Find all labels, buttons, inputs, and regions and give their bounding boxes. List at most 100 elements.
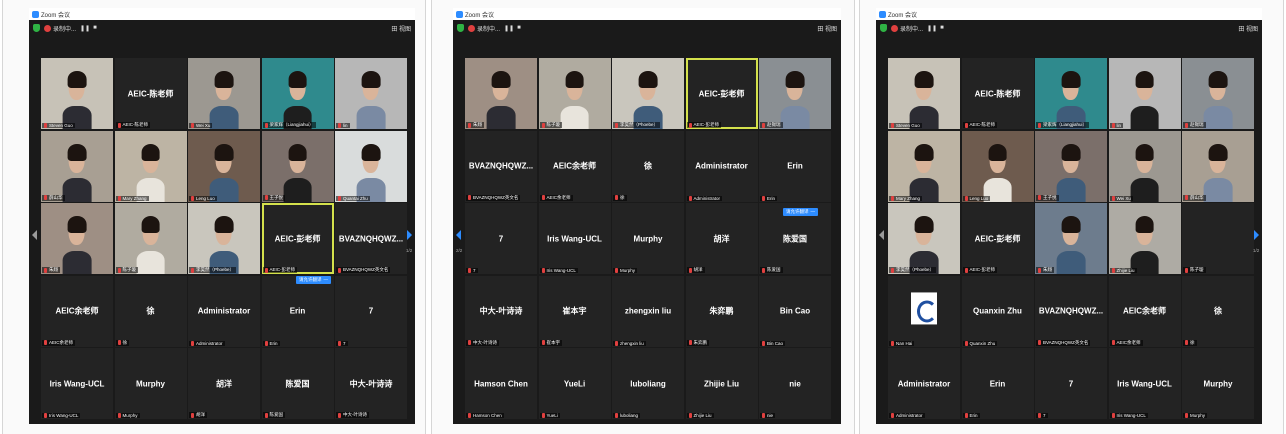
participant-tile[interactable]: AEIC余老师 AEIC余老师	[1108, 275, 1181, 347]
security-shield-icon[interactable]	[457, 24, 464, 32]
participant-tile[interactable]: BVAZNQHQWZ... BVAZNQHQWZ英文名	[1035, 275, 1107, 347]
translation-request-button[interactable]: 请允许翻译 —	[296, 276, 331, 284]
participant-tile[interactable]: Quantai Zhu	[335, 130, 407, 202]
view-button[interactable]: 田 视图	[391, 24, 411, 33]
participant-tile[interactable]: Wei Xu	[1108, 130, 1181, 202]
participant-tile[interactable]: Administrator Administrator	[685, 130, 758, 202]
previous-page-arrow[interactable]	[31, 228, 39, 242]
participant-tile[interactable]: 朱翔	[1035, 203, 1107, 274]
participant-tile[interactable]: Mary Zhang	[114, 130, 187, 202]
participant-tile[interactable]: luboliang luboliang	[612, 348, 684, 419]
participant-tile[interactable]: BVAZNQHQWZ... BVAZNQHQWZ英文名	[465, 130, 537, 202]
participant-tile[interactable]: Steven Guo	[41, 58, 113, 129]
stop-recording-icon[interactable]: ■	[940, 25, 944, 31]
participant-tile[interactable]: AEIC余老师 AEIC余老师	[41, 275, 113, 347]
participant-tile[interactable]: Murphy Murphy	[114, 348, 187, 419]
participant-tile[interactable]: 陈子璇	[114, 203, 187, 274]
next-page-arrow[interactable]	[405, 228, 413, 242]
next-page-arrow[interactable]	[1252, 228, 1260, 242]
participant-tile[interactable]: 胡洋 胡洋	[188, 348, 260, 419]
participant-tile[interactable]: 薛山华	[41, 130, 113, 202]
participant-tile[interactable]: 胡洋 胡洋	[685, 203, 758, 274]
participant-tile[interactable]: 陈子璇	[1182, 203, 1254, 274]
participant-tile[interactable]: zhengxin liu zhengxin liu	[612, 275, 684, 347]
participant-tile[interactable]: 徐徐	[612, 130, 684, 202]
participant-tile[interactable]: lin	[335, 58, 407, 129]
participant-tile[interactable]: 77	[465, 203, 537, 274]
participant-tile[interactable]: lin	[1108, 58, 1181, 129]
participant-tile[interactable]: 徐徐	[1182, 275, 1254, 347]
participant-tile[interactable]: AEIC-陈老师 AEIC-陈老师	[114, 58, 187, 129]
participant-tile[interactable]: Murphy Murphy	[1182, 348, 1254, 419]
view-button[interactable]: 田 视图	[1238, 24, 1258, 33]
participant-tile[interactable]: Nan Hai	[888, 275, 960, 347]
participant-tile[interactable]: Iris Wang-UCL Iris Wang-UCL	[538, 203, 611, 274]
participant-tile[interactable]: 77	[335, 275, 407, 347]
participant-tile[interactable]: Quanxin Zhu Quanxin Zhu	[961, 275, 1034, 347]
participant-tile[interactable]: Erin Erin	[961, 348, 1034, 419]
participant-tile[interactable]: 陈爱国 陈爱国	[261, 348, 334, 419]
security-shield-icon[interactable]	[33, 24, 40, 32]
participant-tile[interactable]: 徐徐	[114, 275, 187, 347]
participant-tile[interactable]: Administrator Administrator	[188, 275, 260, 347]
participant-tile[interactable]: 朱翔	[465, 58, 537, 129]
participant-tile[interactable]: Leng Luo	[188, 130, 260, 202]
participant-tile[interactable]: Zhijie Liu Zhijie Liu	[685, 348, 758, 419]
participant-tile[interactable]: 陈子璇	[538, 58, 611, 129]
pause-recording-icon[interactable]: ❚❚	[80, 25, 90, 32]
participant-tile[interactable]: Murphy Murphy	[612, 203, 684, 274]
participant-tile[interactable]: AEIC余老师 AEIC余老师	[538, 130, 611, 202]
close-icon[interactable]: —	[811, 209, 816, 214]
participant-tile[interactable]: 中大-叶诗诗 中大-叶诗诗	[465, 275, 537, 347]
participant-tile[interactable]: Wei Xu	[188, 58, 260, 129]
participant-tile[interactable]: 赵锡瑞	[759, 58, 831, 129]
participant-tile[interactable]: AEIC-彭老师 AEIC-彭老师	[261, 203, 334, 274]
participant-display-name: Administrator	[197, 306, 251, 316]
participant-tile[interactable]: Administrator Administrator	[888, 348, 960, 419]
participant-tile[interactable]: 王子悦	[261, 130, 334, 202]
participant-tile[interactable]: Zhijie Liu	[1108, 203, 1181, 274]
stop-recording-icon[interactable]: ■	[517, 25, 521, 31]
participant-tile[interactable]: AEIC-彭老师 AEIC-彭老师	[961, 203, 1034, 274]
participant-tile[interactable]: Mary Zhang	[888, 130, 960, 202]
participant-tile[interactable]: Iris Wang-UCL Iris Wang-UCL	[41, 348, 113, 419]
close-icon[interactable]: —	[324, 277, 329, 282]
participant-tile[interactable]: 崔本宇 崔本宇	[538, 275, 611, 347]
previous-page-arrow[interactable]	[455, 228, 463, 242]
pause-recording-icon[interactable]: ❚❚	[504, 25, 514, 32]
participant-tile[interactable]: 77	[1035, 348, 1107, 419]
stop-recording-icon[interactable]: ■	[93, 25, 97, 31]
zoom-window-1: Zoom 会议 录制中... ❚❚ ■ 田 视图 Steven Guo AEIC-陈老师 AE…	[29, 8, 415, 424]
participant-tile[interactable]: 梁家辉（Liangjiahui）	[261, 58, 334, 129]
participant-tile[interactable]: Erin Erin	[261, 275, 334, 347]
translation-label: 请允许翻译	[786, 209, 809, 214]
participant-tile[interactable]: Erin Erin	[759, 130, 831, 202]
previous-page-arrow[interactable]	[878, 228, 886, 242]
participant-tile[interactable]: Leng Luo	[961, 130, 1034, 202]
pause-recording-icon[interactable]: ❚❚	[927, 25, 937, 32]
participant-tile[interactable]: YueLi YueLi	[538, 348, 611, 419]
participant-tile[interactable]: Hamson Chen Hamson Chen	[465, 348, 537, 419]
participant-tile[interactable]: 梁家辉（Liangjiahui）	[1035, 58, 1107, 129]
participant-tile[interactable]: Bin Cao Bin Cao	[759, 275, 831, 347]
participant-tile[interactable]: 王子悦	[1035, 130, 1107, 202]
security-shield-icon[interactable]	[880, 24, 887, 32]
translation-request-button[interactable]: 请允许翻译 —	[783, 208, 818, 216]
participant-tile[interactable]: BVAZNQHQWZ... BVAZNQHQWZ英文名	[335, 203, 407, 274]
view-button[interactable]: 田 视图	[817, 24, 837, 33]
participant-tile[interactable]: 朱翔	[41, 203, 113, 274]
participant-name: 陈子璇	[546, 122, 561, 127]
participant-avatar	[136, 216, 165, 274]
participant-tile[interactable]: 中大-叶诗诗 中大-叶诗诗	[335, 348, 407, 419]
participant-tile[interactable]: AEIC-陈老师 AEIC-陈老师	[961, 58, 1034, 129]
participant-tile[interactable]: 李昊然（Phoebe）	[612, 58, 684, 129]
participant-tile[interactable]: nie nie	[759, 348, 831, 419]
participant-tile[interactable]: Steven Guo	[888, 58, 960, 129]
participant-tile[interactable]: 薛山华	[1182, 130, 1254, 202]
participant-tile[interactable]: 朱弈鹏 朱弈鹏	[685, 275, 758, 347]
participant-tile[interactable]: 李昊然（Phoebe）	[888, 203, 960, 274]
participant-tile[interactable]: 赵锡瑞	[1182, 58, 1254, 129]
participant-tile[interactable]: 李昊然（Phoebe）	[188, 203, 260, 274]
participant-tile[interactable]: Iris Wang-UCL Iris Wang-UCL	[1108, 348, 1181, 419]
participant-tile[interactable]: AEIC-彭老师 AEIC-彭老师	[685, 58, 758, 129]
